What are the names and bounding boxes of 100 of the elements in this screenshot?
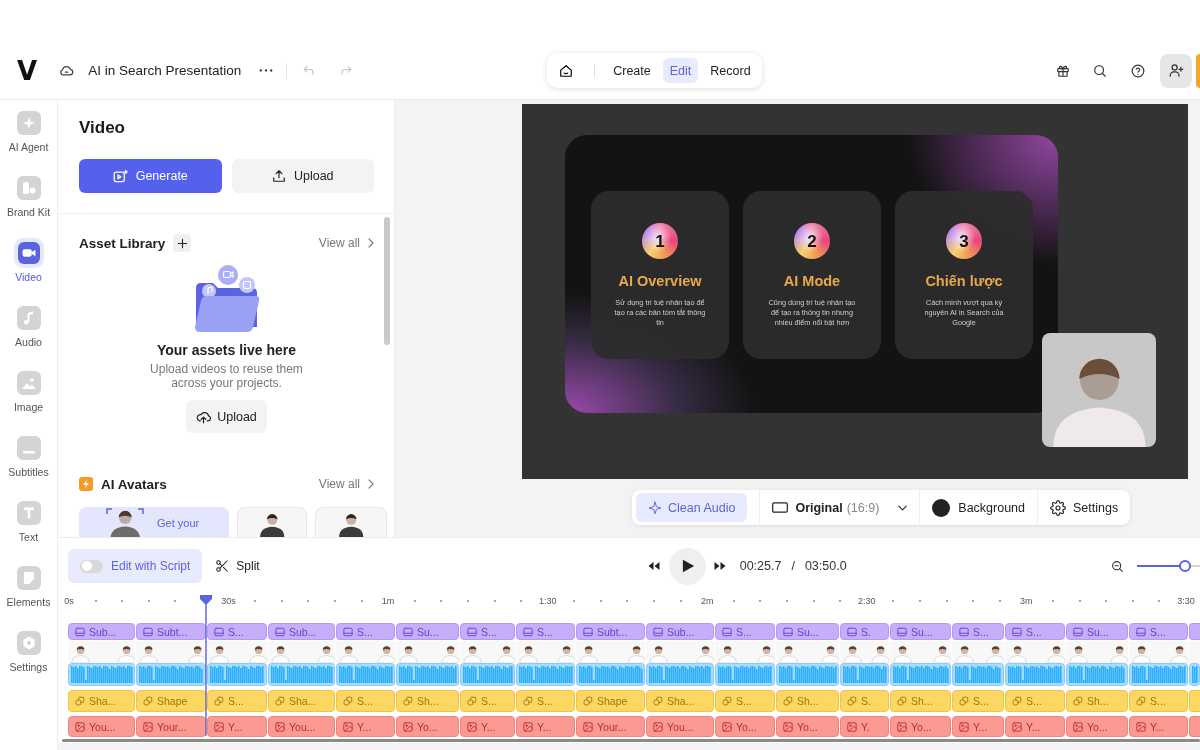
help-icon[interactable] (1131, 63, 1145, 78)
subtitle-clip[interactable]: S... (460, 623, 515, 640)
subtitle-clip[interactable]: Su... (890, 623, 951, 640)
image-clip[interactable]: Yo... (1066, 716, 1128, 737)
more-icon[interactable] (259, 69, 274, 72)
clean-audio-button[interactable]: Clean Audio (636, 493, 748, 522)
playhead[interactable] (200, 595, 213, 736)
image-clip[interactable]: Y... (460, 716, 515, 737)
subtitle-clip[interactable]: S... (1129, 623, 1188, 640)
project-title[interactable]: AI in Search Presentation (88, 63, 242, 78)
rail-item[interactable]: Audio (0, 303, 57, 368)
image-clip[interactable]: Yo... (715, 716, 775, 737)
shape-clip[interactable]: S... (715, 690, 775, 712)
play-button[interactable] (668, 547, 706, 585)
subtitle-clip[interactable]: S... (715, 623, 775, 640)
subtitle-clip[interactable]: Su... (776, 623, 839, 640)
video-thumbnails-drawing[interactable] (646, 641, 714, 663)
shape-clip[interactable]: Sh... (1066, 690, 1128, 712)
video-thumbnails-drawing[interactable] (268, 641, 335, 663)
rail-item[interactable]: Video (0, 238, 57, 303)
upload-button[interactable]: Upload (186, 400, 267, 433)
background-button[interactable]: Background (932, 493, 1026, 522)
shape-clip[interactable]: S. (840, 690, 889, 712)
image-clip[interactable]: Y... (952, 716, 1004, 737)
image-clip[interactable] (1189, 716, 1200, 737)
timeline-scrollbar[interactable] (62, 739, 1200, 742)
shape-clip[interactable]: Shape (576, 690, 645, 712)
generate-button[interactable]: Generate (79, 159, 222, 193)
avatar-card[interactable] (315, 507, 387, 537)
subtitle-clip[interactable]: Subt... (576, 623, 645, 640)
shape-clip[interactable]: S... (1005, 690, 1065, 712)
shape-clip[interactable] (1189, 690, 1200, 712)
zoom-slider[interactable] (1137, 560, 1200, 572)
video-thumbnails-drawing[interactable] (1066, 641, 1128, 663)
image-clip[interactable]: You... (646, 716, 714, 737)
video-thumbnails-drawing[interactable] (776, 641, 839, 663)
video-thumbnails-drawing[interactable] (576, 641, 645, 663)
view-all-link[interactable]: View all (318, 477, 374, 491)
rail-item[interactable]: Elements (0, 563, 57, 628)
home-icon[interactable] (559, 63, 574, 78)
settings-button[interactable]: Settings (1050, 493, 1119, 522)
search-icon[interactable] (1093, 63, 1107, 78)
image-clip[interactable]: Y... (1005, 716, 1065, 737)
subtitle-clip[interactable]: Sub... (68, 623, 135, 640)
subtitle-clip[interactable]: Sub... (268, 623, 335, 640)
subtitle-clip[interactable]: Subt... (136, 623, 206, 640)
rail-item[interactable]: Brand Kit (0, 173, 57, 238)
split-button[interactable]: Split (215, 559, 260, 573)
shape-clip[interactable]: S... (336, 690, 395, 712)
image-clip[interactable]: Yo... (776, 716, 839, 737)
rail-item[interactable]: Subtitles (0, 433, 57, 498)
subtitle-clip[interactable]: Sub... (646, 623, 714, 640)
subtitle-clip[interactable] (1189, 623, 1200, 640)
edit-with-script-button[interactable]: Edit with Script (68, 549, 203, 583)
subtitle-clip[interactable]: Su... (396, 623, 459, 640)
image-clip[interactable]: Y... (207, 716, 267, 737)
rail-item[interactable]: Settings (0, 628, 57, 693)
image-clip[interactable]: Your... (576, 716, 645, 737)
image-clip[interactable]: Yo... (890, 716, 951, 737)
video-thumbnails-drawing[interactable] (460, 641, 515, 663)
video-thumbnails-drawing[interactable] (715, 641, 775, 663)
video-thumbnails-drawing[interactable] (1129, 641, 1188, 663)
shape-clip[interactable]: Sha... (68, 690, 135, 712)
image-clip[interactable]: Y. (840, 716, 889, 737)
subtitle-clip[interactable]: Su... (1066, 623, 1128, 640)
image-clip[interactable]: Your... (136, 716, 206, 737)
forward-icon[interactable] (713, 561, 726, 571)
image-clip[interactable]: Y... (1129, 716, 1188, 737)
logo[interactable]: V (17, 57, 38, 84)
shape-clip[interactable]: S... (1129, 690, 1188, 712)
video-thumbnails-drawing[interactable] (840, 641, 889, 663)
add-asset-button[interactable] (173, 234, 192, 252)
subtitle-clip[interactable]: S. (840, 623, 889, 640)
zoom-slider-thumb[interactable] (1178, 560, 1191, 572)
video-thumbnails-drawing[interactable] (207, 641, 267, 663)
presenter-photo-placeholder[interactable] (1042, 333, 1156, 447)
add-user-button[interactable] (1160, 53, 1192, 88)
video-thumbnails-drawing[interactable] (136, 641, 206, 663)
mode-tab[interactable]: Edit (662, 58, 699, 83)
avatar-card[interactable] (237, 507, 307, 537)
shape-clip[interactable]: S... (516, 690, 575, 712)
audio-waveform-drawing[interactable] (1189, 663, 1200, 686)
shape-clip[interactable]: Sh... (890, 690, 951, 712)
rail-item[interactable]: Text (0, 498, 57, 563)
video-thumbnails-drawing[interactable] (1189, 641, 1200, 663)
rail-item[interactable]: AI Agent (0, 108, 57, 173)
subtitle-clip[interactable]: S... (207, 623, 267, 640)
video-thumbnails-drawing[interactable] (952, 641, 1004, 663)
video-thumbnails-drawing[interactable] (68, 641, 135, 663)
rewind-icon[interactable] (647, 561, 660, 571)
video-thumbnails-drawing[interactable] (396, 641, 459, 663)
aspect-ratio-dropdown[interactable]: Original (16:9) (772, 493, 908, 522)
mode-tab[interactable]: Create (606, 58, 658, 83)
image-clip[interactable]: Y... (336, 716, 395, 737)
zoom-out-icon[interactable] (1111, 559, 1124, 573)
subtitle-clip[interactable]: S... (952, 623, 1004, 640)
gift-icon[interactable] (1056, 63, 1070, 78)
shape-clip[interactable]: Sha... (268, 690, 335, 712)
subtitle-clip[interactable]: S... (516, 623, 575, 640)
create-avatar-card[interactable]: Get your (79, 507, 229, 537)
